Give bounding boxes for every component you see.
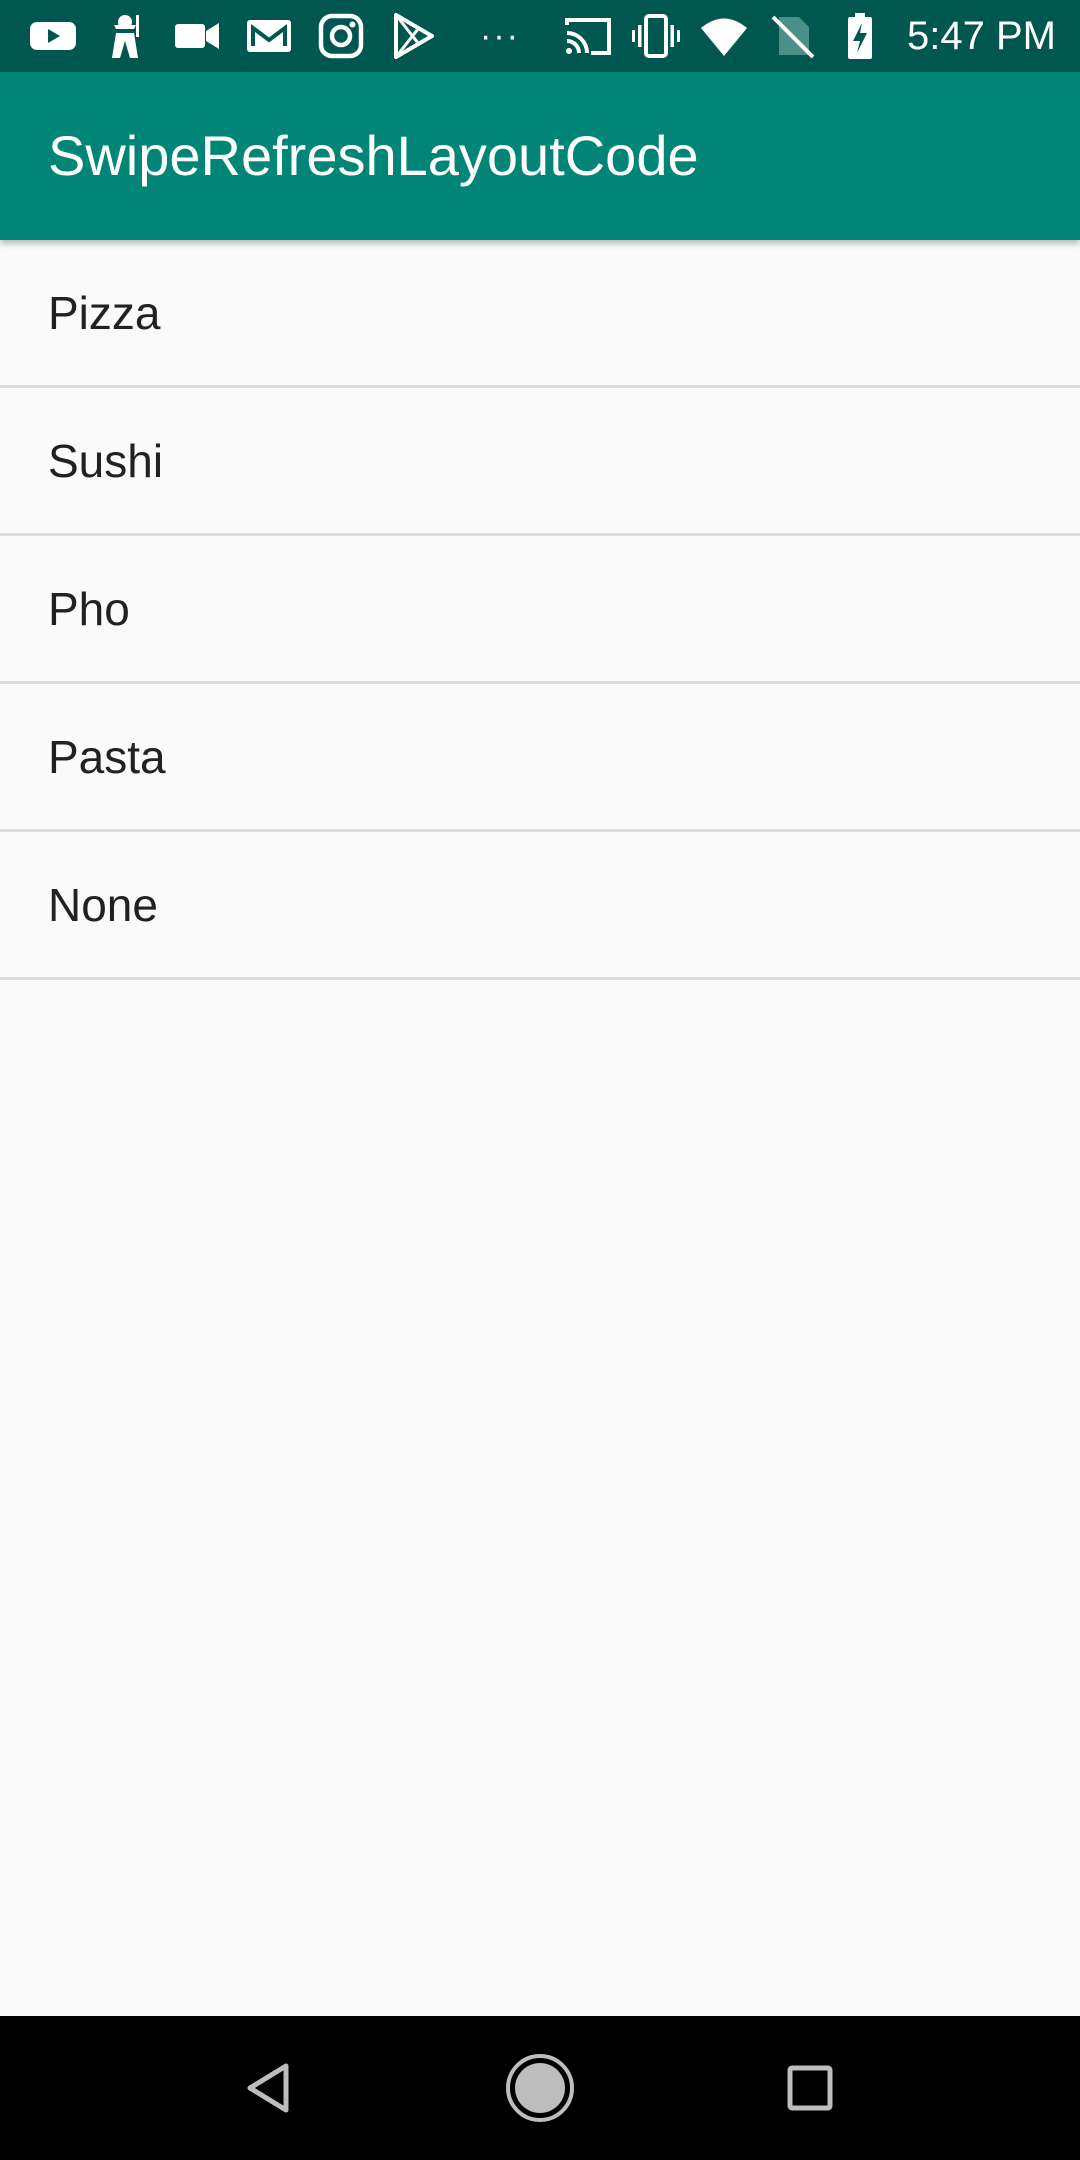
no-sim-icon <box>767 11 817 61</box>
vibrate-icon <box>631 11 681 61</box>
screen: ··· 5:47 PM SwipeRefreshLayoutCode Pizza… <box>0 0 1080 2160</box>
app-bar: SwipeRefreshLayoutCode <box>0 72 1080 240</box>
battery-charging-icon <box>835 11 885 61</box>
instagram-icon <box>316 11 366 61</box>
food-list[interactable]: Pizza Sushi Pho Pasta None <box>0 240 1080 980</box>
wifi-icon <box>699 11 749 61</box>
home-icon <box>506 2054 574 2122</box>
video-camera-icon <box>172 11 222 61</box>
navigation-bar <box>0 2016 1080 2160</box>
gmail-icon <box>244 11 294 61</box>
list-item-label: None <box>48 878 158 931</box>
list-item-pizza[interactable]: Pizza <box>0 240 1080 388</box>
list-item-label: Pasta <box>48 730 166 783</box>
youtube-icon <box>28 11 78 61</box>
recents-button[interactable] <box>738 2016 882 2160</box>
app-title: SwipeRefreshLayoutCode <box>48 124 699 187</box>
back-button[interactable] <box>198 2016 342 2160</box>
notification-icons: ··· <box>28 0 540 72</box>
back-icon <box>247 2063 289 2113</box>
list-item-label: Sushi <box>48 434 164 487</box>
list-item-none[interactable]: None <box>0 832 1080 980</box>
game-character-icon <box>100 11 150 61</box>
status-time: 5:47 PM <box>907 13 1056 58</box>
list-item-pasta[interactable]: Pasta <box>0 684 1080 832</box>
home-button[interactable] <box>468 2016 612 2160</box>
list-item-label: Pizza <box>48 286 161 339</box>
list-item-label: Pho <box>48 582 130 635</box>
recents-icon <box>787 2065 833 2111</box>
cast-icon <box>563 11 613 61</box>
play-store-icon <box>388 11 438 61</box>
more-notifications-indicator: ··· <box>480 17 520 55</box>
status-bar: ··· 5:47 PM <box>0 0 1080 72</box>
system-icons: 5:47 PM <box>563 0 1056 72</box>
list-item-sushi[interactable]: Sushi <box>0 388 1080 536</box>
list-item-pho[interactable]: Pho <box>0 536 1080 684</box>
